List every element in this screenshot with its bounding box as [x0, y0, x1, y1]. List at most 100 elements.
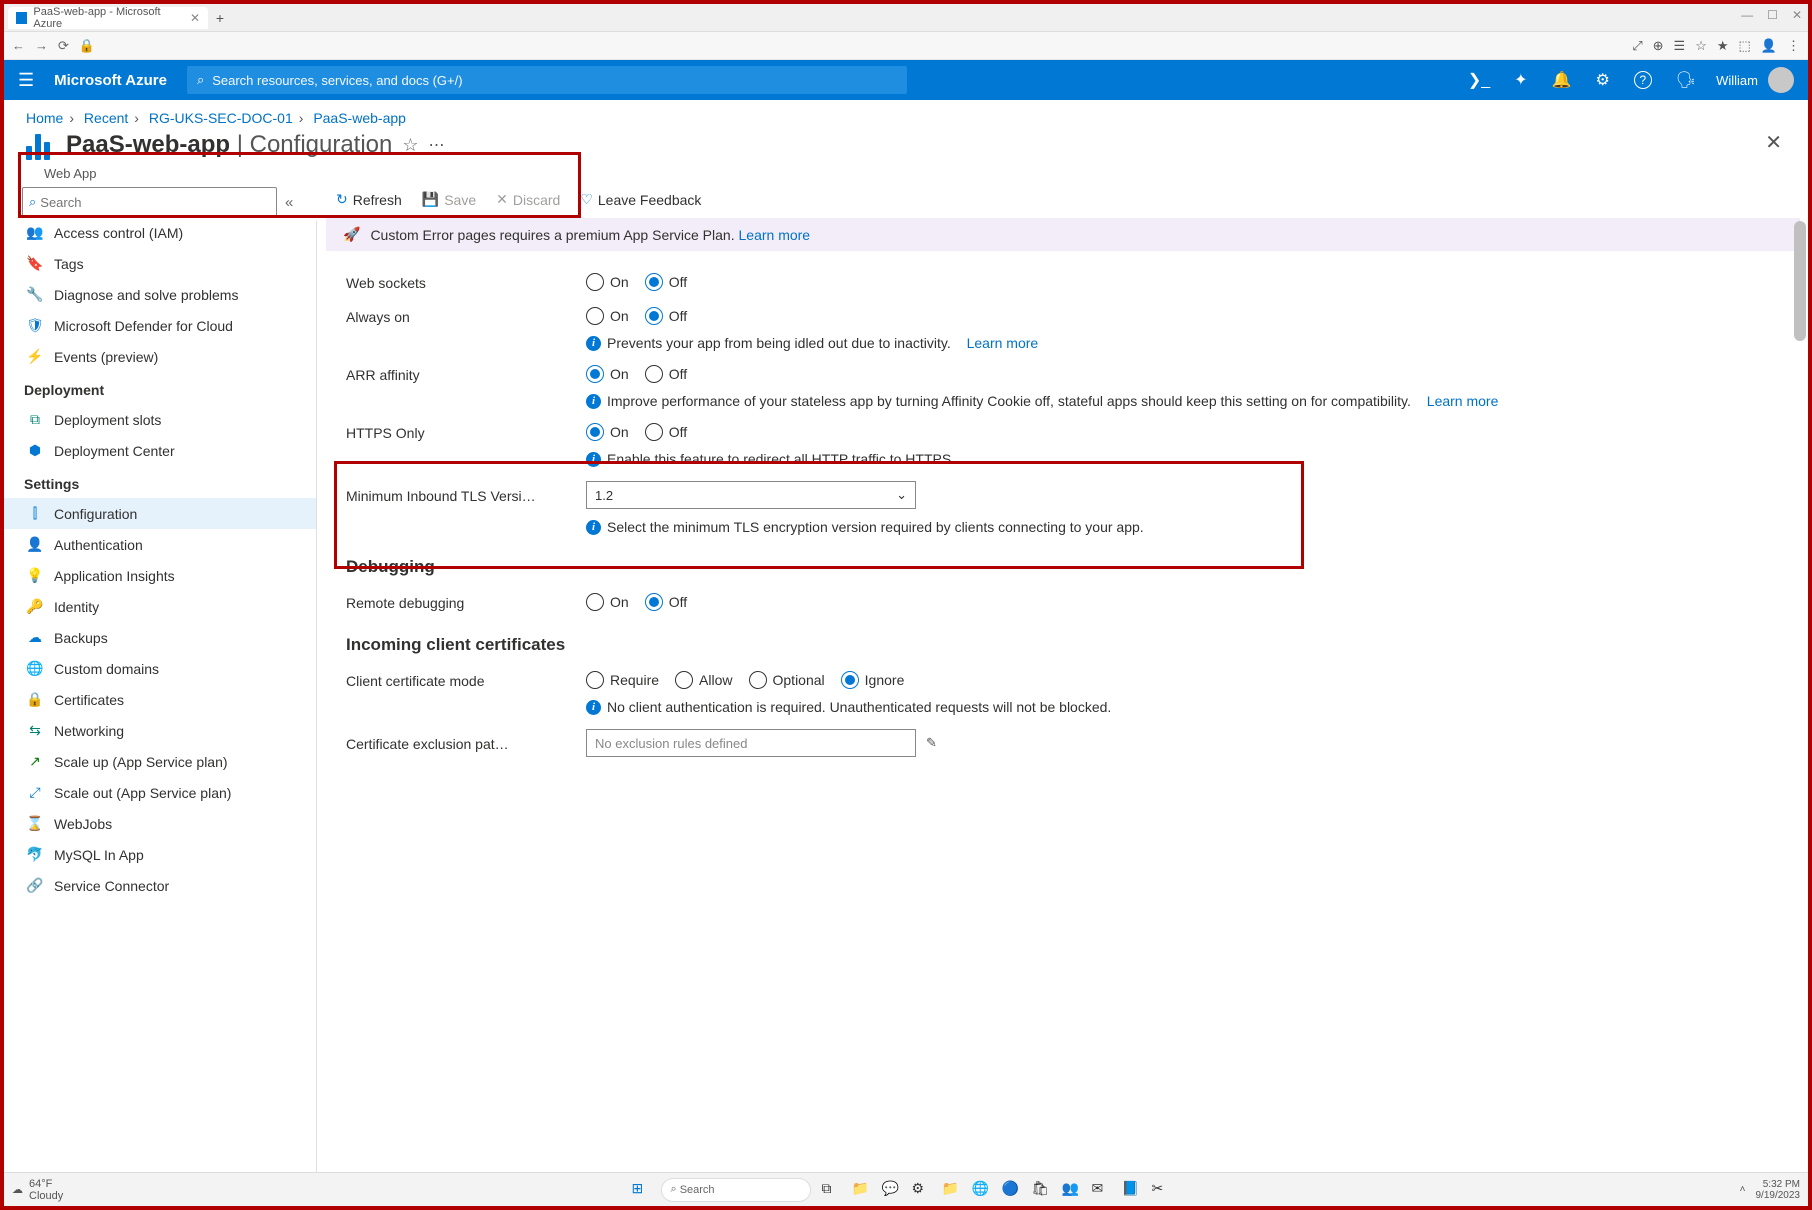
crumb-rg[interactable]: RG-UKS-SEC-DOC-01	[149, 110, 293, 126]
weather-widget[interactable]: ☁ 64°FCloudy	[12, 1178, 63, 1202]
sidebar-item[interactable]: ⌛WebJobs	[22, 808, 316, 839]
profile-icon[interactable]: 👤	[1761, 38, 1777, 54]
edit-pencil-icon[interactable]: ✎	[926, 735, 937, 751]
sidebar-item[interactable]: ⚡Events (preview)	[22, 341, 316, 372]
sidebar-item[interactable]: ⫿Configuration	[4, 498, 316, 529]
sidebar-item[interactable]: 🌐Custom domains	[22, 653, 316, 684]
teams-icon[interactable]: 👥	[1061, 1180, 1081, 1200]
sidebar-item[interactable]: ↗Scale up (App Service plan)	[22, 746, 316, 777]
feedback-icon[interactable]: 🗣	[1676, 70, 1696, 90]
sidebar-item[interactable]: ⧉Deployment slots	[22, 404, 316, 435]
favorite-icon[interactable]: ☆	[1695, 38, 1707, 54]
cert-ignore-radio[interactable]: Ignore	[841, 671, 905, 689]
window-minimize-icon[interactable]: —	[1741, 8, 1753, 22]
app-icon[interactable]: ✂	[1151, 1180, 1171, 1200]
new-tab-button[interactable]: +	[208, 10, 232, 26]
taskbar-search[interactable]: ⌕ Search	[661, 1178, 811, 1202]
user-menu[interactable]: William	[1716, 67, 1794, 93]
sidebar-search[interactable]: ⌕	[22, 187, 277, 217]
sidebar-item[interactable]: ⬢Deployment Center	[22, 435, 316, 466]
alwayson-off-radio[interactable]: Off	[645, 307, 687, 325]
arr-off-radio[interactable]: Off	[645, 365, 687, 383]
app-icon[interactable]: 💬	[881, 1180, 901, 1200]
sidebar-search-input[interactable]	[40, 195, 270, 210]
outlook-icon[interactable]: ✉	[1091, 1180, 1111, 1200]
sidebar-item[interactable]: 🔧Diagnose and solve problems	[22, 279, 316, 310]
ext-icon[interactable]: ★	[1717, 38, 1729, 54]
ext-icon[interactable]: ⊕	[1653, 38, 1664, 54]
certex-input[interactable]	[595, 736, 907, 751]
tab-close-icon[interactable]: ✕	[190, 11, 200, 25]
app-icon[interactable]: 📁	[941, 1180, 961, 1200]
notifications-icon[interactable]: 🔔	[1552, 70, 1572, 90]
resource-type-label: Web App	[4, 166, 1808, 181]
browser-tab[interactable]: PaaS-web-app - Microsoft Azure ✕	[8, 7, 208, 29]
explorer-icon[interactable]: 📁	[851, 1180, 871, 1200]
tray-chevron-icon[interactable]: ˄	[1740, 1184, 1746, 1195]
sidebar-item[interactable]: 🔑Identity	[22, 591, 316, 622]
start-icon[interactable]: ⊞	[631, 1180, 651, 1200]
tls-version-select[interactable]: 1.2 ⌄	[586, 481, 916, 509]
edge-icon[interactable]: 🌐	[971, 1180, 991, 1200]
sidebar-item[interactable]: 🔗Service Connector	[22, 870, 316, 901]
copilot-icon[interactable]: ✦	[1514, 70, 1527, 90]
sidebar-item[interactable]: 👤Authentication	[22, 529, 316, 560]
ext-icon[interactable]: ☰	[1674, 38, 1686, 54]
favorite-star-icon[interactable]: ☆	[402, 135, 418, 156]
settings-gear-icon[interactable]: ⚙	[1595, 70, 1609, 90]
cert-allow-radio[interactable]: Allow	[675, 671, 732, 689]
nav-reload-icon[interactable]: ⟳	[58, 38, 69, 54]
sidebar-item[interactable]: 🐬MySQL In App	[22, 839, 316, 870]
window-maximize-icon[interactable]: ☐	[1767, 8, 1778, 22]
sidebar-item[interactable]: 🔖Tags	[22, 248, 316, 279]
certex-input-wrap[interactable]	[586, 729, 916, 757]
brand-label[interactable]: Microsoft Azure	[54, 72, 167, 89]
sidebar-collapse-icon[interactable]: «	[285, 194, 293, 211]
https-on-radio[interactable]: On	[586, 423, 629, 441]
global-search[interactable]: ⌕	[187, 66, 907, 94]
banner-learn-more-link[interactable]: Learn more	[739, 227, 811, 243]
ext-icon[interactable]: ⬚	[1739, 38, 1751, 54]
word-icon[interactable]: 📘	[1121, 1180, 1141, 1200]
ext-icon[interactable]: ⤢	[1632, 38, 1642, 54]
system-tray[interactable]: ˄ 5:32 PM9/19/2023	[1740, 1179, 1800, 1201]
sidebar-item[interactable]: ☁Backups	[22, 622, 316, 653]
blade-close-icon[interactable]: ✕	[1765, 130, 1782, 155]
remote-off-radio[interactable]: Off	[645, 593, 687, 611]
lock-icon[interactable]: 🔒	[79, 38, 95, 54]
cert-require-radio[interactable]: Require	[586, 671, 659, 689]
app-icon[interactable]: ⚙	[911, 1180, 931, 1200]
crumb-resource[interactable]: PaaS-web-app	[313, 110, 406, 126]
sidebar-item[interactable]: ⇆Networking	[22, 715, 316, 746]
remote-on-radio[interactable]: On	[586, 593, 629, 611]
websockets-off-radio[interactable]: Off	[645, 273, 687, 291]
global-search-input[interactable]	[212, 73, 897, 88]
crumb-home[interactable]: Home	[26, 110, 63, 126]
sidebar-item[interactable]: 👥Access control (IAM)	[22, 217, 316, 248]
feedback-button[interactable]: ♡Leave Feedback	[580, 191, 701, 208]
scrollbar-thumb[interactable]	[1794, 221, 1806, 341]
arr-learn-more-link[interactable]: Learn more	[1427, 393, 1499, 409]
menu-icon[interactable]: ⋮	[1787, 38, 1800, 54]
sidebar-item[interactable]: 🛡Microsoft Defender for Cloud	[22, 310, 316, 341]
hamburger-icon[interactable]: ☰	[18, 70, 34, 91]
taskview-icon[interactable]: ⧉	[821, 1180, 841, 1200]
sidebar-item[interactable]: 🔒Certificates	[22, 684, 316, 715]
sidebar-item[interactable]: ⤢Scale out (App Service plan)	[22, 777, 316, 808]
cloud-shell-icon[interactable]: ❯_	[1468, 70, 1490, 90]
alwayson-on-radio[interactable]: On	[586, 307, 629, 325]
chrome-icon[interactable]: 🔵	[1001, 1180, 1021, 1200]
title-more-icon[interactable]: ⋯	[429, 135, 445, 155]
help-icon[interactable]: ?	[1634, 71, 1652, 89]
arr-on-radio[interactable]: On	[586, 365, 629, 383]
cert-optional-radio[interactable]: Optional	[749, 671, 825, 689]
websockets-on-radio[interactable]: On	[586, 273, 629, 291]
nav-back-icon[interactable]: ←	[12, 38, 25, 53]
https-off-radio[interactable]: Off	[645, 423, 687, 441]
crumb-recent[interactable]: Recent	[84, 110, 128, 126]
alwayson-learn-more-link[interactable]: Learn more	[967, 335, 1039, 351]
store-icon[interactable]: 🛍	[1031, 1180, 1051, 1200]
window-close-icon[interactable]: ✕	[1792, 8, 1802, 22]
refresh-button[interactable]: ↻Refresh	[336, 191, 402, 208]
sidebar-item[interactable]: 💡Application Insights	[22, 560, 316, 591]
